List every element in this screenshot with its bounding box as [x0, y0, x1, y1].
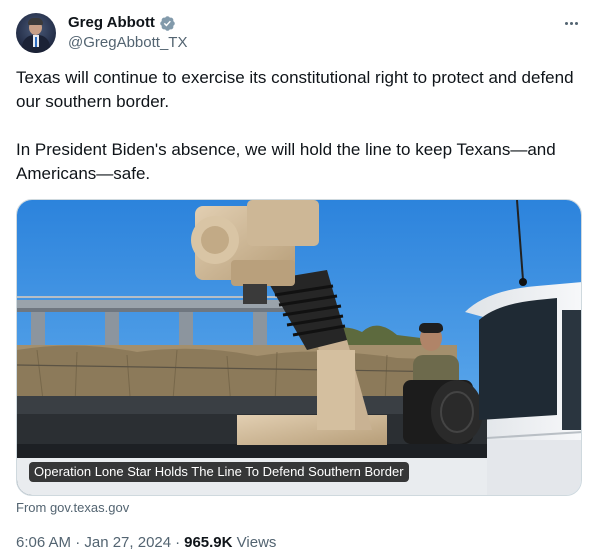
author-display-name[interactable]: Greg Abbott — [68, 13, 155, 33]
tweet-paragraph-2: In President Biden's absence, we will ho… — [16, 140, 556, 183]
tweet-media-video[interactable]: Operation Lone Star Holds The Line To De… — [16, 199, 582, 496]
tweet-paragraph-1: Texas will continue to exercise its cons… — [16, 68, 574, 111]
author-name-row: Greg Abbott — [68, 13, 176, 33]
views-count: 965.9K — [184, 534, 233, 551]
views-label: Views — [236, 534, 277, 551]
tweet-meta: 6:06 AM · Jan 27, 2024 · 965.9K Views — [16, 533, 276, 553]
tweet-text: Texas will continue to exercise its cons… — [16, 66, 582, 186]
rolled-mat — [403, 380, 483, 444]
avatar[interactable] — [16, 13, 56, 53]
tweet-timestamp[interactable]: 6:06 AM · Jan 27, 2024 — [16, 534, 171, 551]
video-thumbnail — [17, 200, 581, 495]
tweet: Greg Abbott @GregAbbott_TX Texas will co… — [0, 0, 598, 558]
card-source[interactable]: From gov.texas.gov — [16, 500, 129, 516]
more-options-icon[interactable] — [560, 14, 582, 32]
author-handle[interactable]: @GregAbbott_TX — [68, 34, 187, 52]
media-caption: Operation Lone Star Holds The Line To De… — [29, 462, 409, 482]
verified-badge-icon[interactable] — [159, 15, 176, 32]
meta-separator: · — [175, 534, 181, 551]
